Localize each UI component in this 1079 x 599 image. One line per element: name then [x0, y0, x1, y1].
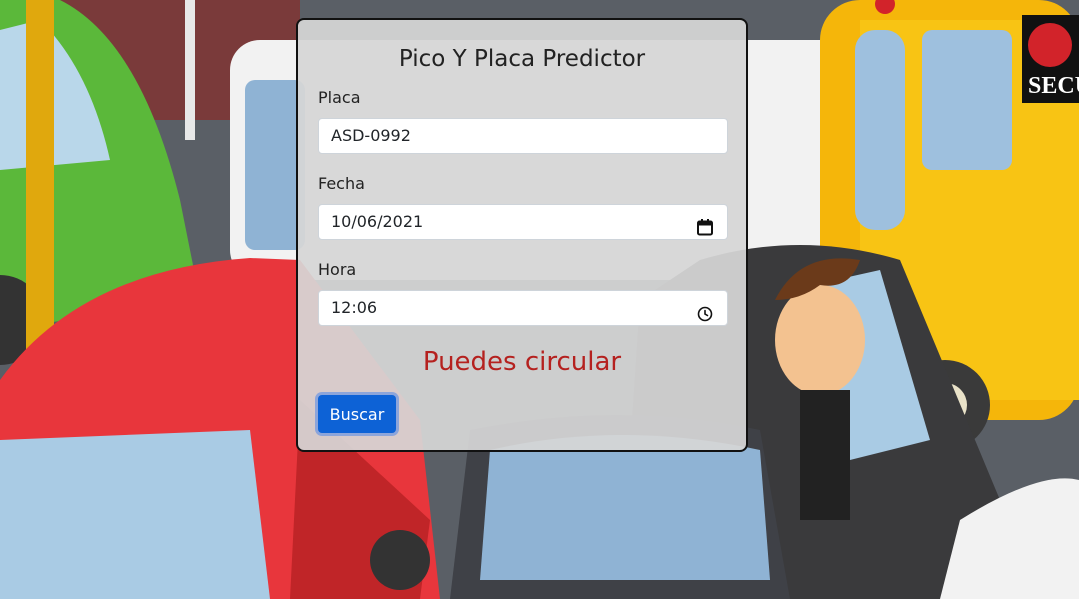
placa-input[interactable]: ASD-0992 — [318, 118, 728, 154]
form-title: Pico Y Placa Predictor — [398, 46, 646, 72]
buscar-button[interactable]: Buscar — [318, 395, 396, 433]
bus-sign-text: SECU — [1028, 73, 1079, 99]
calendar-icon[interactable] — [697, 214, 713, 248]
hora-label: Hora — [318, 260, 357, 279]
hora-time-input[interactable]: 12:06 — [318, 290, 728, 326]
placa-label: Placa — [318, 88, 361, 107]
hora-input-value: 12:06 — [331, 298, 378, 317]
result-message: Puedes circular — [422, 347, 622, 377]
fecha-label: Fecha — [318, 174, 365, 193]
fecha-input-value: 10/06/2021 — [331, 212, 424, 231]
placa-input-value: ASD-0992 — [331, 126, 411, 145]
fecha-date-input[interactable]: 10/06/2021 — [318, 204, 728, 240]
clock-icon[interactable] — [697, 300, 713, 334]
predictor-form-card: Pico Y Placa Predictor Placa ASD-0992 Fe… — [296, 18, 748, 452]
